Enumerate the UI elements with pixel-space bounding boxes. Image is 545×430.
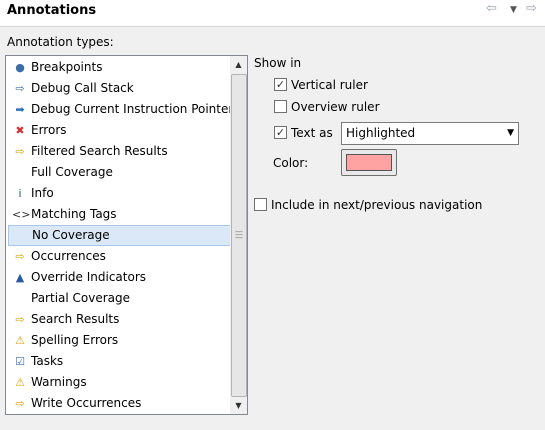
list-item[interactable]: ☑ Tasks	[8, 351, 233, 372]
list-item-label: Write Occurrences	[31, 396, 142, 410]
list-item[interactable]: ⇨ Search Results	[8, 309, 233, 330]
show-in-label: Show in	[254, 56, 302, 70]
call-stack-arrow-icon: ⇨	[15, 82, 25, 95]
list-item[interactable]: ⚠ Warnings	[8, 372, 233, 393]
overview-ruler-label: Overview ruler	[291, 100, 380, 114]
include-navigation-checkbox[interactable]	[254, 198, 267, 211]
list-item[interactable]: ✖ Errors	[8, 120, 233, 141]
scroll-down-icon[interactable]: ▼	[230, 397, 247, 414]
list-item-label: Partial Coverage	[31, 291, 131, 305]
occurrence-arrow-icon: ⇨	[15, 250, 25, 263]
scroll-up-icon[interactable]: ▲	[230, 56, 247, 73]
list-item[interactable]: Partial Coverage	[8, 288, 233, 309]
error-icon: ✖	[15, 124, 25, 137]
color-swatch	[346, 154, 392, 171]
info-icon: i	[18, 187, 22, 200]
list-item[interactable]: ➡ Debug Current Instruction Pointer	[8, 99, 233, 120]
list-item-label: Debug Call Stack	[31, 81, 134, 95]
footer-strip	[0, 423, 545, 430]
list-item-label: Spelling Errors	[31, 333, 119, 347]
list-item[interactable]: <> Matching Tags	[8, 204, 233, 225]
list-item[interactable]: ▲ Override Indicators	[8, 267, 233, 288]
list-item[interactable]: ⇨ Occurrences	[8, 246, 233, 267]
chevron-down-icon[interactable]: ▼	[510, 5, 517, 15]
list-item-label: Tasks	[31, 354, 64, 368]
vertical-ruler-checkbox[interactable]: ✓	[274, 78, 287, 91]
list-item-label: Full Coverage	[31, 165, 113, 179]
text-as-label: Text as	[291, 126, 333, 140]
color-label: Color:	[273, 156, 309, 170]
task-checklist-icon: ☑	[15, 355, 25, 368]
list-item-label: No Coverage	[32, 228, 110, 242]
include-navigation-label: Include in next/previous navigation	[271, 198, 483, 212]
text-as-checkbox[interactable]: ✓	[274, 126, 287, 139]
list-item[interactable]: ⚠ Spelling Errors	[8, 330, 233, 351]
list-item[interactable]: ⇨ Write Occurrences	[8, 393, 233, 414]
list-item-label: Info	[31, 186, 54, 200]
list-item-label: Override Indicators	[31, 270, 147, 284]
list-item-label: Search Results	[31, 312, 120, 326]
overview-ruler-checkbox[interactable]	[274, 100, 287, 113]
grip-icon: — — —	[235, 227, 243, 242]
list-item-label: Occurrences	[31, 249, 106, 263]
list-item-label: Filtered Search Results	[31, 144, 168, 158]
list-item-label: Breakpoints	[31, 60, 103, 74]
text-style-select[interactable]: Highlighted ▼	[341, 122, 519, 145]
vertical-scrollbar[interactable]: ▲ — — — ▼	[230, 56, 247, 414]
warning-icon: ⚠	[15, 376, 25, 389]
tag-brackets-icon: <>	[12, 208, 31, 221]
list-item-label: Debug Current Instruction Pointer	[31, 102, 234, 116]
search-result-arrow-icon: ⇨	[15, 145, 25, 158]
list-item[interactable]: Full Coverage	[8, 162, 233, 183]
scrollbar-thumb[interactable]: — — —	[231, 74, 247, 397]
text-style-value: Highlighted	[346, 126, 416, 140]
list-item[interactable]: ⇨ Filtered Search Results	[8, 141, 233, 162]
preferences-header: Annotations ⇦ ▼ ⇨	[0, 0, 545, 27]
color-picker-button[interactable]	[341, 149, 397, 176]
occurrence-arrow-icon: ⇨	[15, 397, 25, 410]
chevron-down-icon: ▼	[507, 128, 514, 138]
page-title: Annotations	[7, 3, 97, 18]
vertical-ruler-label: Vertical ruler	[291, 78, 368, 92]
warning-icon: ⚠	[15, 334, 25, 347]
list-item[interactable]: i Info	[8, 183, 233, 204]
arrow-left-icon[interactable]: ⇦	[486, 1, 497, 16]
list-item[interactable]: ● Breakpoints	[8, 57, 233, 78]
list-item[interactable]: ⇨ Debug Call Stack	[8, 78, 233, 99]
list-item-label: Matching Tags	[31, 207, 117, 221]
instruction-pointer-icon: ➡	[15, 103, 25, 116]
search-result-arrow-icon: ⇨	[15, 313, 25, 326]
breakpoint-icon: ●	[15, 61, 25, 74]
list-item-label: Warnings	[31, 375, 87, 389]
override-triangle-icon: ▲	[15, 271, 25, 284]
annotation-types-list[interactable]: ● Breakpoints ⇨ Debug Call Stack ➡ Debug Curr…	[5, 55, 248, 415]
annotation-types-label: Annotation types:	[7, 35, 114, 49]
list-item-label: Errors	[31, 123, 67, 137]
list-item[interactable]: No Coverage	[8, 225, 233, 246]
arrow-right-icon[interactable]: ⇨	[526, 1, 537, 16]
